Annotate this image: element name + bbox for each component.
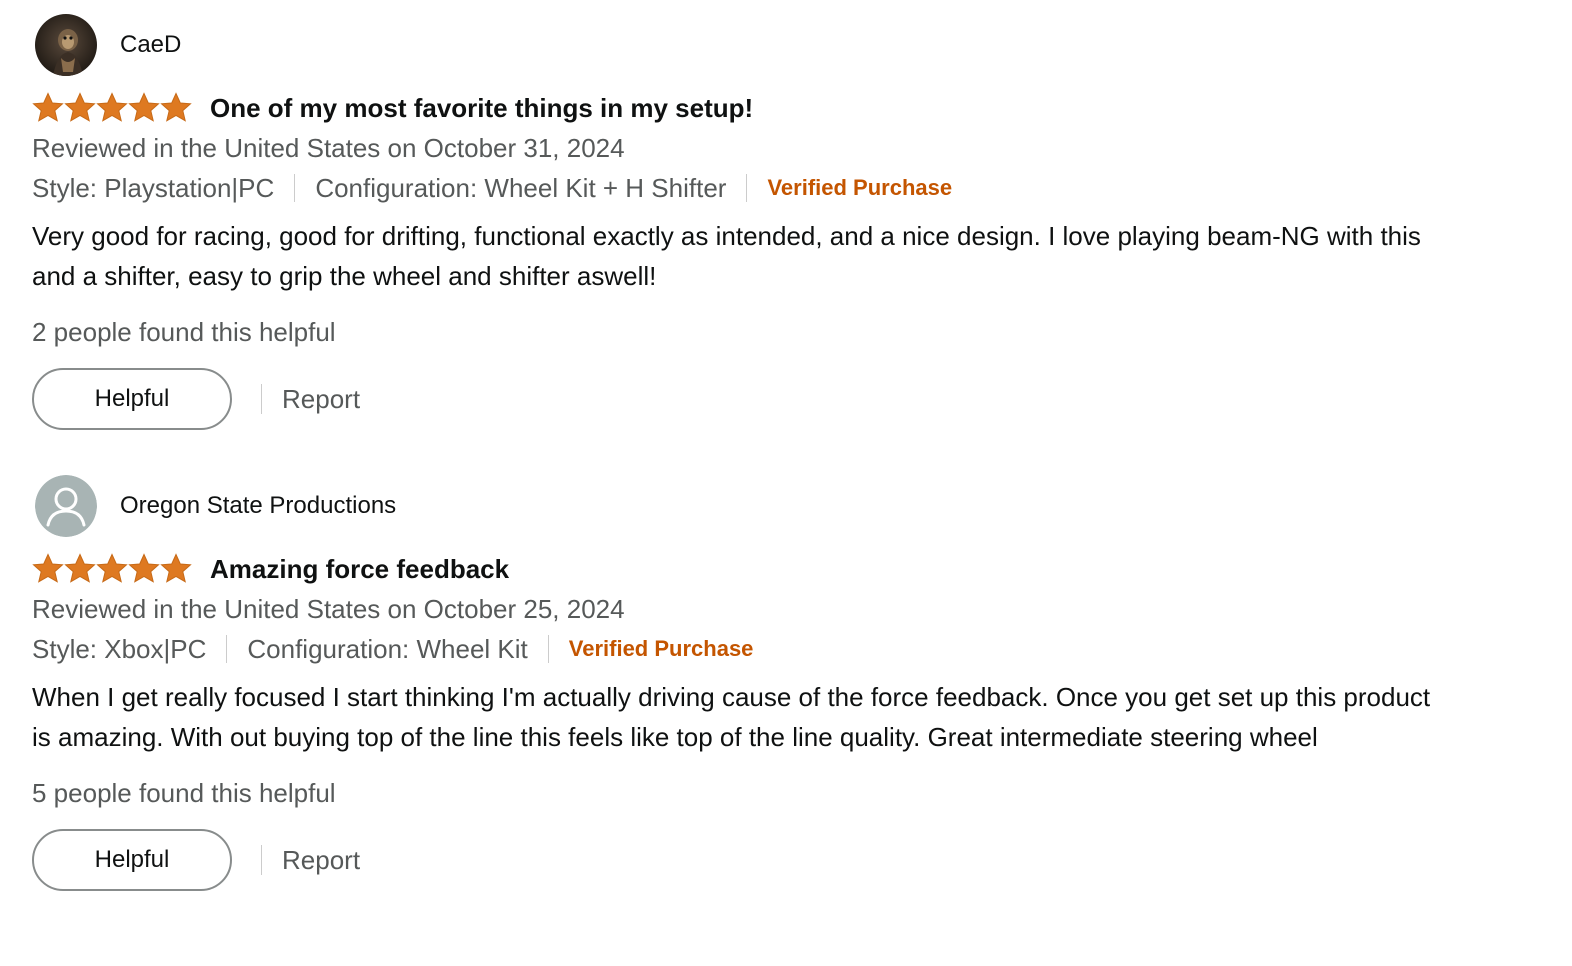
review-meta: Style: Xbox|PC Configuration: Wheel Kit … bbox=[32, 629, 1432, 669]
star-icon bbox=[160, 553, 192, 583]
star-icon bbox=[64, 553, 96, 583]
divider bbox=[261, 384, 262, 414]
reviewer-profile[interactable]: Oregon State Productions bbox=[32, 475, 1432, 537]
divider bbox=[746, 174, 748, 202]
style-label: Style: Xbox|PC bbox=[32, 633, 207, 664]
star-icon bbox=[64, 92, 96, 122]
star-icon bbox=[96, 553, 128, 583]
review-body: Very good for racing, good for drifting,… bbox=[32, 221, 1421, 291]
star-icon bbox=[32, 553, 64, 583]
star-icon bbox=[160, 92, 192, 122]
star-rating[interactable] bbox=[32, 92, 192, 124]
verified-purchase-badge: Verified Purchase bbox=[767, 175, 953, 200]
star-icon bbox=[32, 92, 64, 122]
report-link[interactable]: Report bbox=[282, 384, 360, 415]
review-date: Reviewed in the United States on October… bbox=[32, 594, 625, 624]
helpful-count: 5 people found this helpful bbox=[32, 778, 336, 808]
star-icon bbox=[128, 92, 160, 122]
helpful-count: 2 people found this helpful bbox=[32, 317, 336, 347]
star-icon bbox=[96, 92, 128, 122]
divider bbox=[547, 635, 549, 663]
divider bbox=[294, 174, 296, 202]
configuration-label: Configuration: Wheel Kit bbox=[247, 633, 528, 664]
review-title[interactable]: One of my most favorite things in my set… bbox=[210, 93, 753, 124]
review-date: Reviewed in the United States on October… bbox=[32, 133, 625, 163]
review-body: When I get really focused I start thinki… bbox=[32, 682, 1431, 752]
configuration-label: Configuration: Wheel Kit + H Shifter bbox=[315, 172, 727, 203]
star-icon bbox=[128, 553, 160, 583]
review-card: Oregon State Productions Amazing force f… bbox=[32, 475, 1432, 891]
avatar bbox=[35, 475, 97, 537]
reviewer-profile[interactable]: CaeD bbox=[32, 14, 1432, 76]
star-rating[interactable] bbox=[32, 553, 192, 585]
helpful-button[interactable]: Helpful bbox=[32, 829, 232, 891]
divider bbox=[261, 845, 262, 875]
review-meta: Style: Playstation|PC Configuration: Whe… bbox=[32, 168, 1432, 208]
divider bbox=[226, 635, 228, 663]
default-user-icon bbox=[35, 475, 97, 537]
reviewer-name: CaeD bbox=[120, 31, 182, 58]
verified-purchase-badge: Verified Purchase bbox=[568, 636, 754, 661]
style-label: Style: Playstation|PC bbox=[32, 172, 275, 203]
report-link[interactable]: Report bbox=[282, 845, 360, 876]
profile-photo-icon bbox=[35, 14, 97, 76]
review-card: CaeD One of my most favorite things in m… bbox=[32, 14, 1432, 430]
helpful-button[interactable]: Helpful bbox=[32, 368, 232, 430]
avatar bbox=[35, 14, 97, 76]
reviewer-name: Oregon State Productions bbox=[120, 492, 397, 519]
review-title[interactable]: Amazing force feedback bbox=[210, 554, 509, 585]
